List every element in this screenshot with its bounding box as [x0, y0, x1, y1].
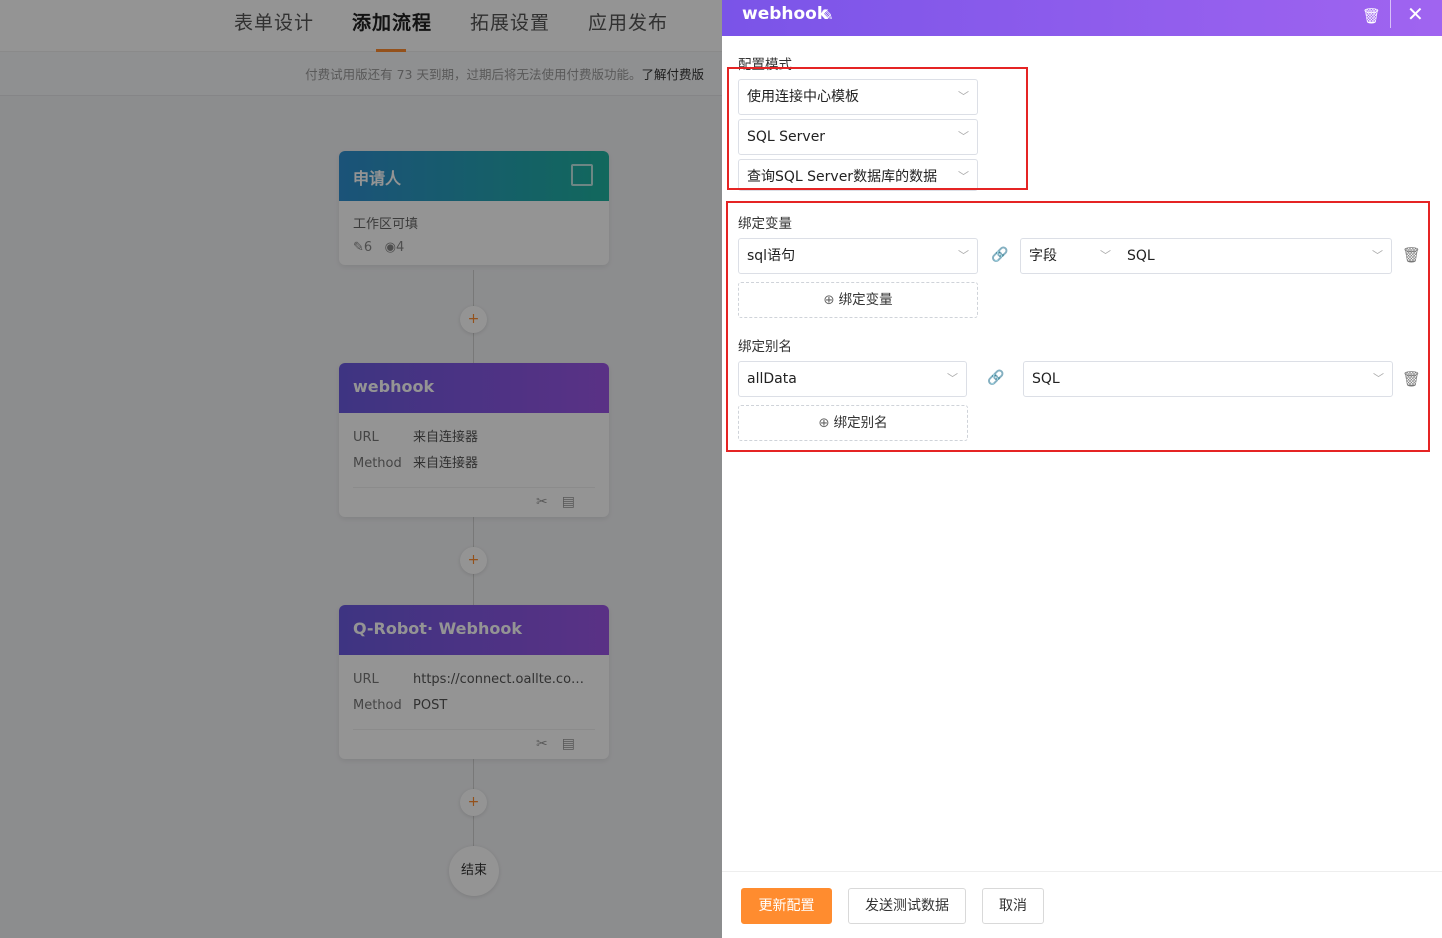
header-divider — [1390, 0, 1391, 28]
close-icon[interactable]: ✕ — [1407, 2, 1424, 26]
update-config-button[interactable]: 更新配置 — [741, 888, 832, 924]
cancel-button[interactable]: 取消 — [982, 888, 1044, 924]
trash-icon[interactable]: 🗑 — [1362, 7, 1381, 25]
drawer-footer: 更新配置 发送测试数据 取消 — [722, 871, 1442, 938]
modal-overlay[interactable] — [0, 0, 722, 938]
send-test-data-button[interactable]: 发送测试数据 — [848, 888, 966, 924]
edit-icon[interactable]: ✎ — [821, 6, 834, 24]
drawer-header: webhook ✎ 🗑 ✕ — [722, 0, 1442, 36]
drawer-title: webhook — [742, 4, 829, 24]
highlight-box-bindings — [726, 201, 1430, 452]
highlight-box-config — [727, 67, 1028, 190]
webhook-config-drawer: webhook ✎ 🗑 ✕ 配置模式 使用连接中心模板 ﹀ SQL Server… — [722, 0, 1442, 938]
flow-designer: 表单设计 添加流程 拓展设置 应用发布 付费试用版还有 73 天到期，过期后将无… — [0, 0, 722, 938]
